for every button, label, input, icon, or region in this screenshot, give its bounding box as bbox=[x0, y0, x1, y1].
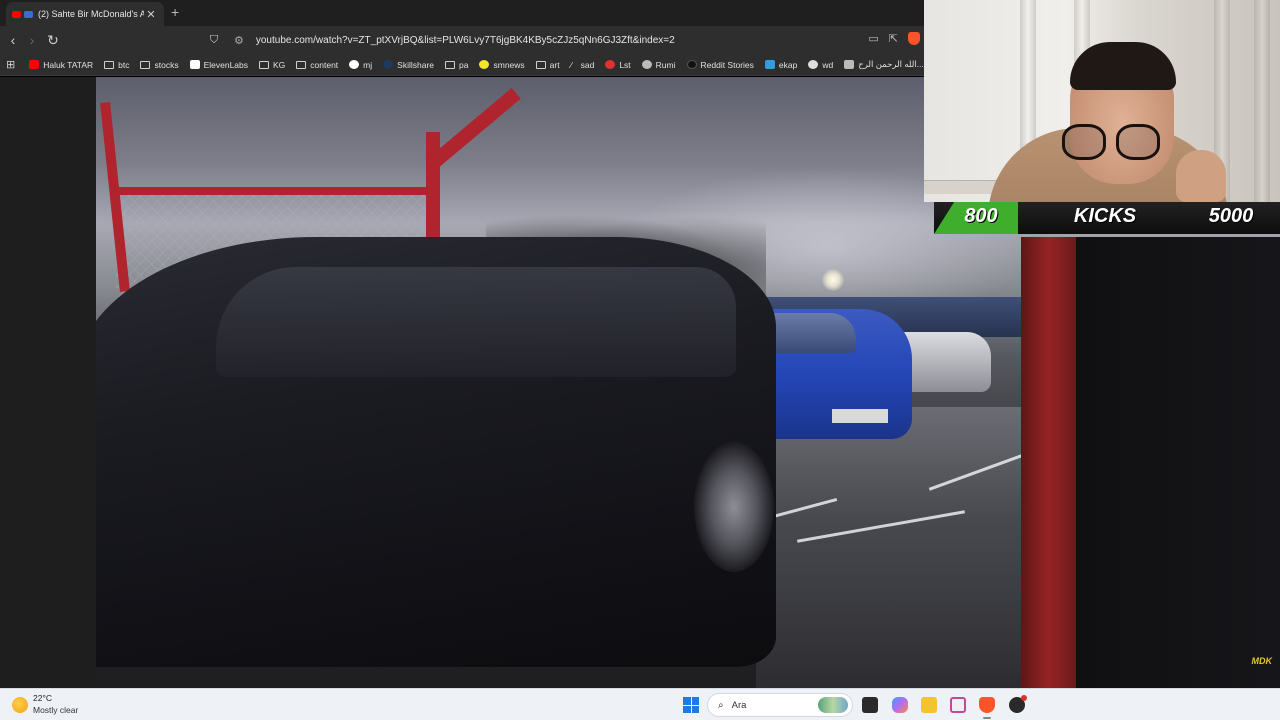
tab-title: (2) Sahte Bir McDonald's Ara bbox=[38, 9, 144, 19]
bookmark-arabic[interactable]: الله الرحمن الرح... bbox=[844, 59, 924, 70]
github-icon bbox=[349, 60, 360, 69]
screen: (2) Sahte Bir McDonald's Ara ✕ + ‹ › ↻ ⛉… bbox=[0, 0, 1280, 720]
bookmark-skillshare[interactable]: Skillshare bbox=[383, 60, 434, 70]
bookmark-pa[interactable]: pa bbox=[445, 60, 468, 70]
curtain-fold bbox=[1254, 0, 1270, 202]
bookmark-content[interactable]: content bbox=[296, 60, 338, 70]
url-text: youtube.com/watch?v=ZT_ptXVrjBQ&list=PLW… bbox=[255, 34, 675, 46]
share-icon[interactable]: ⇱ bbox=[889, 32, 898, 45]
globe-icon bbox=[641, 60, 652, 69]
bookmark-wd[interactable]: wd bbox=[808, 60, 833, 70]
arabic-icon bbox=[844, 60, 855, 69]
new-tab-button[interactable]: + bbox=[171, 4, 179, 20]
bookmark-btc[interactable]: btc bbox=[104, 60, 129, 70]
folder-icon bbox=[259, 60, 269, 69]
bookmark-haluk-tatar[interactable]: Haluk TATAR bbox=[29, 60, 93, 70]
score-label: KICKS bbox=[1073, 205, 1137, 227]
channel-watermark: MDK bbox=[1251, 656, 1273, 666]
reddit-icon bbox=[686, 60, 697, 69]
folder-icon bbox=[535, 60, 546, 69]
windows-logo-icon bbox=[683, 697, 691, 705]
youtube-icon bbox=[12, 10, 21, 18]
taskbar-search[interactable]: ⌕ Ara bbox=[707, 693, 853, 717]
taskbar: 22°C Mostly clear ⌕ Ara bbox=[0, 688, 1280, 720]
webcam-overlay bbox=[924, 0, 1280, 202]
elevenlabs-icon bbox=[189, 60, 200, 69]
apps-grid-icon[interactable]: ⊞ bbox=[6, 58, 15, 71]
glasses-lens bbox=[1116, 124, 1160, 160]
glasses bbox=[1062, 124, 1168, 162]
bookmark-elevenlabs[interactable]: ElevenLabs bbox=[189, 60, 248, 70]
folder-icon bbox=[140, 60, 151, 69]
copilot-icon[interactable] bbox=[892, 697, 908, 713]
bookmark-page-icon[interactable]: ⛉ bbox=[205, 31, 223, 49]
dark-wall bbox=[1076, 237, 1280, 688]
back-button[interactable]: ‹ bbox=[4, 31, 22, 49]
skillshare-icon bbox=[383, 60, 394, 69]
browser-tab[interactable]: (2) Sahte Bir McDonald's Ara ✕ bbox=[6, 2, 164, 26]
omnibox-actions: ▭ ⇱ bbox=[868, 32, 920, 45]
bookmark-art[interactable]: art bbox=[535, 60, 560, 70]
browser-tabstrip: (2) Sahte Bir McDonald's Ara ✕ + bbox=[0, 0, 924, 26]
address-bar[interactable]: ⚙ youtube.com/watch?v=ZT_ptXVrjBQ&list=P… bbox=[228, 29, 924, 51]
score-goal: 5000 bbox=[1208, 205, 1254, 227]
search-icon: ⌕ bbox=[718, 699, 724, 711]
license-plate bbox=[832, 409, 888, 423]
bookmarks-bar: ⊞ Haluk TATAR btc stocks ElevenLabs KG c… bbox=[0, 54, 924, 76]
bookmark-lst[interactable]: Lst bbox=[605, 60, 631, 70]
weather-temperature[interactable]: 22°C bbox=[33, 693, 52, 703]
feather-icon: ⁄ bbox=[570, 60, 573, 70]
forward-button[interactable]: › bbox=[23, 31, 41, 49]
notification-badge bbox=[1021, 695, 1027, 701]
folder-icon bbox=[445, 60, 456, 69]
bookmark-ekap[interactable]: ekap bbox=[764, 60, 797, 70]
start-button[interactable] bbox=[683, 697, 699, 713]
s-icon bbox=[605, 60, 616, 69]
youtube-icon bbox=[29, 60, 40, 69]
score-current: 800 bbox=[964, 205, 998, 227]
bookmark-rumi[interactable]: Rumi bbox=[641, 60, 676, 70]
bookmark-reddit-stories[interactable]: Reddit Stories bbox=[686, 60, 754, 70]
install-icon[interactable]: ▭ bbox=[868, 32, 878, 45]
running-indicator bbox=[983, 717, 991, 719]
ekap-icon bbox=[764, 60, 775, 69]
glasses-lens bbox=[1062, 124, 1106, 160]
snipping-tool-icon[interactable] bbox=[950, 697, 966, 713]
barrier-arm bbox=[427, 87, 521, 170]
bookmark-sad[interactable]: ⁄ sad bbox=[570, 60, 595, 71]
media-icon bbox=[24, 10, 33, 18]
file-explorer-icon[interactable] bbox=[921, 697, 937, 713]
bookmark-kg[interactable]: KG bbox=[259, 60, 285, 70]
bookmark-stocks[interactable]: stocks bbox=[140, 60, 179, 70]
folder-icon bbox=[296, 60, 307, 69]
streetlight bbox=[822, 269, 844, 291]
reload-button[interactable]: ↻ bbox=[44, 31, 62, 49]
browser-toolbar: ‹ › ↻ ⛉ ⚙ youtube.com/watch?v=ZT_ptXVrjB… bbox=[0, 26, 924, 54]
car-wheel bbox=[694, 442, 774, 572]
folder-icon bbox=[104, 60, 115, 69]
search-highlight-icon bbox=[818, 697, 848, 713]
task-view-icon[interactable] bbox=[862, 697, 878, 713]
streamer-hair bbox=[1070, 42, 1176, 90]
brave-browser-icon[interactable] bbox=[979, 697, 995, 713]
weather-icon[interactable] bbox=[12, 697, 28, 713]
weather-description[interactable]: Mostly clear bbox=[33, 705, 78, 715]
bookmark-smnews[interactable]: smnews bbox=[479, 60, 525, 70]
streamer-hand bbox=[1176, 150, 1226, 202]
wd-icon bbox=[808, 60, 819, 69]
brave-shields-icon[interactable] bbox=[908, 32, 920, 45]
site-settings-icon[interactable]: ⚙ bbox=[234, 34, 244, 47]
smiley-icon bbox=[479, 60, 490, 69]
black-car-window bbox=[216, 267, 736, 377]
close-tab-icon[interactable]: ✕ bbox=[144, 8, 158, 21]
search-placeholder: Ara bbox=[731, 699, 747, 711]
bookmark-mj[interactable]: mj bbox=[349, 60, 372, 70]
red-pillar bbox=[1021, 237, 1076, 688]
road bbox=[756, 407, 1056, 688]
fence-rail bbox=[116, 187, 436, 195]
